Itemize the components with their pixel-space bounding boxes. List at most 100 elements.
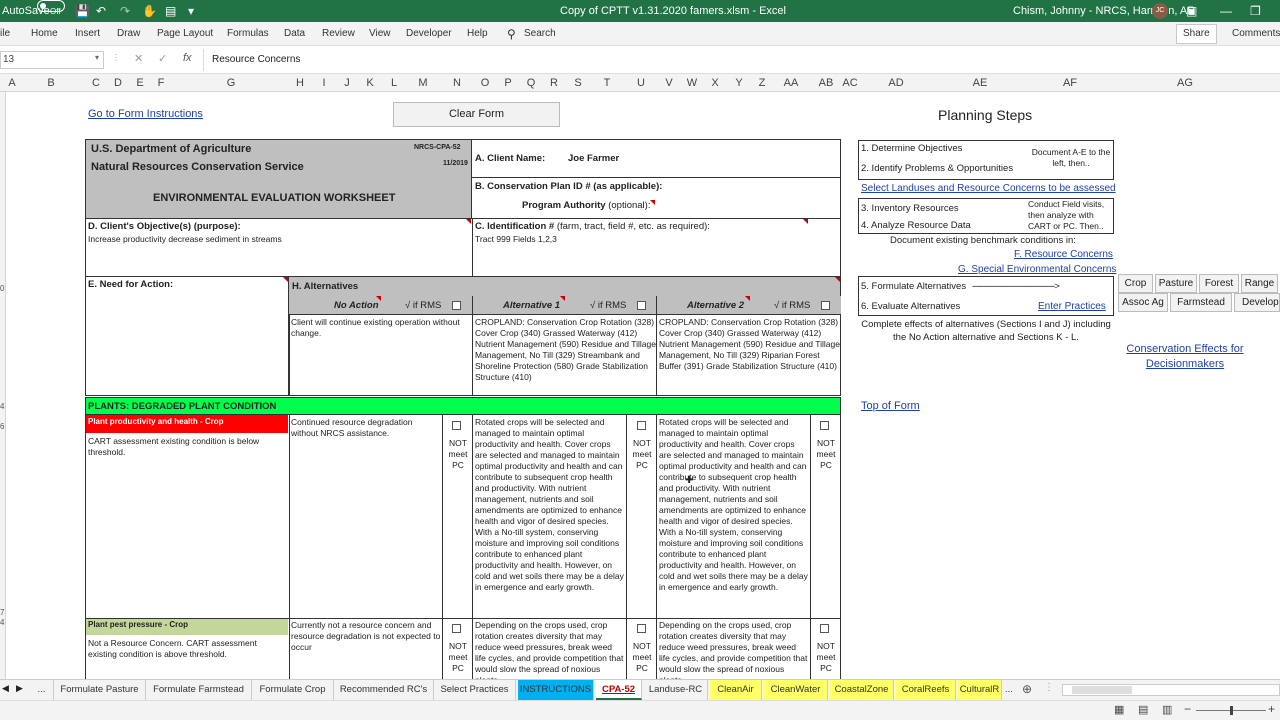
more-icon[interactable]: ⋮	[1044, 682, 1054, 693]
insert-function-icon[interactable]: fx	[183, 52, 192, 64]
concern-1-no-action[interactable]: Continued resource degradation without N…	[291, 417, 441, 439]
col-T[interactable]: T	[604, 74, 611, 92]
range-button[interactable]: Range	[1241, 274, 1278, 293]
redo-icon[interactable]: ↷	[120, 0, 130, 22]
not-meet-checkbox[interactable]	[820, 421, 829, 430]
row-number[interactable]: 6	[0, 422, 4, 431]
worksheet-grid[interactable]: Go to Form Instructions Clear Form U.S. …	[6, 92, 1280, 679]
comment-indicator[interactable]	[376, 296, 381, 301]
not-meet-checkbox[interactable]	[452, 421, 461, 430]
sheet-tab-cpa-52[interactable]: CPA-52	[596, 680, 642, 700]
sheet-tab-formulate-farmstead[interactable]: Formulate Farmstead	[146, 680, 252, 700]
rms-checkbox-alt-1[interactable]	[637, 301, 646, 310]
scrollbar-thumb[interactable]	[1072, 686, 1132, 694]
row-number[interactable]: 4	[0, 618, 4, 627]
autosave-toggle[interactable]: Off	[37, 0, 65, 16]
col-B[interactable]: B	[47, 74, 54, 92]
col-U[interactable]: U	[637, 74, 645, 92]
sheet-tab-formulate-pasture[interactable]: Formulate Pasture	[54, 680, 146, 700]
page-break-view-icon[interactable]: ▥	[1162, 703, 1172, 716]
enter-practices-link[interactable]: Enter Practices	[1038, 301, 1106, 312]
comment-indicator[interactable]	[283, 277, 288, 282]
crop-button[interactable]: Crop	[1118, 274, 1153, 293]
comment-indicator[interactable]	[560, 296, 565, 301]
col-D[interactable]: D	[114, 74, 122, 92]
objective-text[interactable]: Increase productivity decrease sediment …	[88, 234, 282, 245]
save-icon[interactable]: 💾	[75, 0, 90, 22]
col-Y[interactable]: Y	[735, 74, 742, 92]
concern-1-alt-1[interactable]: Rotated crops will be selected and manag…	[475, 417, 625, 593]
concern-1-existing[interactable]: CART assessment existing condition is be…	[88, 436, 284, 458]
normal-view-icon[interactable]: ▦	[1114, 703, 1124, 716]
name-box-dropdown-icon[interactable]: ▾	[95, 53, 99, 62]
more-sheets-left[interactable]: ...	[30, 680, 54, 700]
add-sheet-icon[interactable]: ⊕	[1022, 682, 1032, 696]
col-AE[interactable]: AE	[973, 74, 988, 92]
assoc-ag-button[interactable]: Assoc Ag	[1118, 293, 1168, 312]
touch-mode-icon[interactable]: ✋	[142, 0, 157, 22]
col-O[interactable]: O	[481, 74, 490, 92]
tab-help[interactable]: Help	[467, 22, 488, 46]
col-X[interactable]: X	[711, 74, 718, 92]
conservation-effects-link[interactable]: Conservation Effects for Decisionmakers	[1120, 342, 1250, 372]
col-L[interactable]: L	[391, 74, 397, 92]
col-A[interactable]: A	[8, 74, 15, 92]
restore-icon[interactable]: ❐	[1250, 0, 1261, 22]
share-button[interactable]: Share	[1176, 24, 1217, 44]
alternative-1-description[interactable]: CROPLAND: Conservation Crop Rotation (32…	[475, 317, 656, 383]
minimize-icon[interactable]: —	[1220, 0, 1232, 22]
col-I[interactable]: I	[322, 74, 325, 92]
col-Q[interactable]: Q	[527, 74, 536, 92]
col-M[interactable]: M	[418, 74, 427, 92]
tab-page-layout[interactable]: Page Layout	[157, 22, 213, 46]
concern-2-existing[interactable]: Not a Resource Concern. CART assessment …	[88, 638, 284, 660]
row-number[interactable]: 4	[0, 402, 4, 411]
comments-button[interactable]: Comments	[1232, 22, 1280, 46]
zoom-in-icon[interactable]: +	[1268, 702, 1275, 716]
undo-icon[interactable]: ↶	[96, 0, 106, 22]
zoom-out-icon[interactable]: −	[1184, 702, 1191, 716]
comment-indicator[interactable]	[835, 277, 840, 282]
comment-indicator[interactable]	[803, 219, 808, 224]
col-N[interactable]: N	[453, 74, 461, 92]
search-icon[interactable]: ⚲	[507, 22, 516, 46]
col-R[interactable]: R	[550, 74, 558, 92]
col-Z[interactable]: Z	[759, 74, 766, 92]
tab-home[interactable]: Home	[31, 22, 58, 46]
rms-checkbox-no-action[interactable]	[452, 301, 461, 310]
tab-view[interactable]: View	[369, 22, 391, 46]
concern-2-alt-1[interactable]: Depending on the crops used, crop rotati…	[475, 620, 625, 679]
not-meet-checkbox[interactable]	[820, 624, 829, 633]
tab-review[interactable]: Review	[322, 22, 355, 46]
sheet-tab-select-practices[interactable]: Select Practices	[434, 680, 516, 700]
user-avatar[interactable]: JC	[1152, 3, 1168, 19]
more-sheets-right[interactable]: ...	[1002, 680, 1016, 700]
no-action-description[interactable]: Client will continue existing operation …	[291, 317, 471, 339]
tab-data[interactable]: Data	[284, 22, 305, 46]
col-W[interactable]: W	[687, 74, 697, 92]
sheet-tab-cleanair[interactable]: CleanAir	[710, 680, 762, 700]
tab-draw[interactable]: Draw	[117, 22, 140, 46]
forest-button[interactable]: Forest	[1199, 274, 1239, 293]
zoom-slider-thumb[interactable]	[1230, 706, 1233, 715]
confirm-entry-icon[interactable]: ✓	[158, 52, 167, 65]
col-AA[interactable]: AA	[784, 74, 799, 92]
alternative-2-description[interactable]: CROPLAND: Conservation Crop Rotation (32…	[659, 317, 840, 372]
not-meet-checkbox[interactable]	[637, 624, 646, 633]
col-S[interactable]: S	[574, 74, 581, 92]
col-J[interactable]: J	[344, 74, 350, 92]
col-F[interactable]: F	[158, 74, 165, 92]
col-AD[interactable]: AD	[888, 74, 903, 92]
sheet-tab-culturalr[interactable]: CulturalR	[958, 680, 1002, 700]
sheet-tab-instructions[interactable]: INSTRUCTIONS	[518, 680, 594, 700]
sheet-tab-cleanwater[interactable]: CleanWater	[764, 680, 828, 700]
concern-2-no-action[interactable]: Currently not a resource concern and res…	[291, 620, 441, 653]
col-E[interactable]: E	[136, 74, 143, 92]
tab-file[interactable]: ile	[0, 22, 10, 46]
not-meet-checkbox[interactable]	[452, 624, 461, 633]
resource-concerns-link[interactable]: F. Resource Concerns	[1014, 249, 1113, 260]
comment-indicator[interactable]	[745, 296, 750, 301]
special-concerns-link[interactable]: G. Special Environmental Concerns	[958, 264, 1116, 275]
pasture-button[interactable]: Pasture	[1155, 274, 1197, 293]
search-box[interactable]: Search	[524, 22, 556, 46]
